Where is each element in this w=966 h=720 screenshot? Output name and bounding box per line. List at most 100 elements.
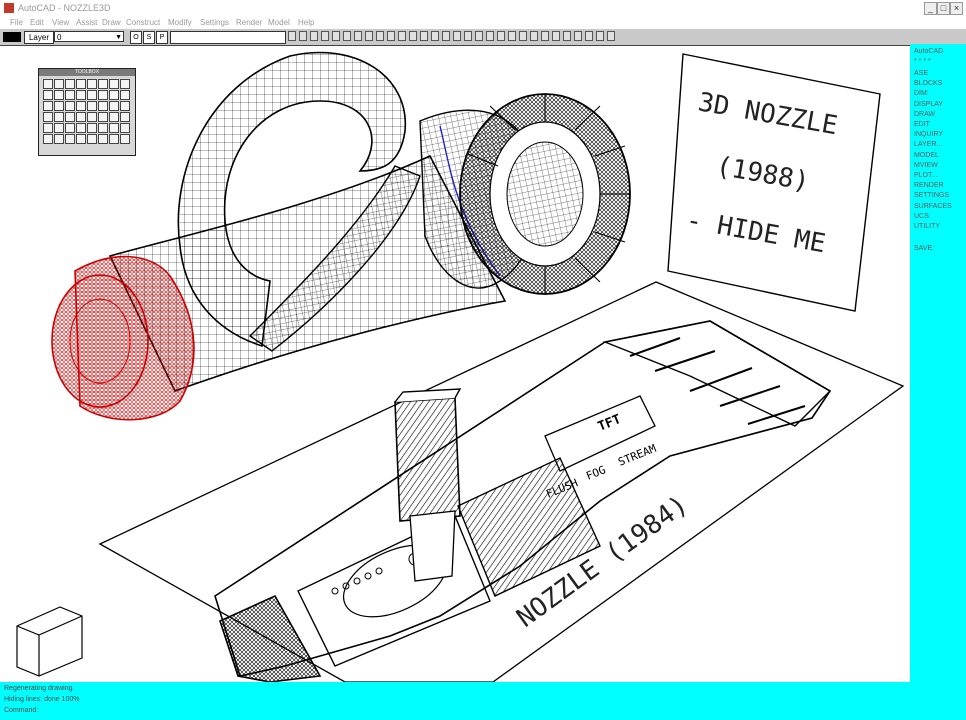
toolbar-icon-button[interactable] [365, 31, 373, 41]
toolbox-tool-button[interactable] [109, 134, 119, 144]
color-swatch[interactable] [3, 32, 21, 42]
toolbox-tool-button[interactable] [76, 90, 86, 100]
menu-settings[interactable]: Settings [200, 18, 229, 27]
toolbox-tool-button[interactable] [98, 90, 108, 100]
screen-menu-item[interactable]: DISPLAY [914, 101, 943, 108]
ortho-button[interactable]: O [130, 31, 142, 44]
toolbar-icon-button[interactable] [464, 31, 472, 41]
toolbox-tool-button[interactable] [109, 112, 119, 122]
menu-modify[interactable]: Modify [168, 18, 192, 27]
screen-menu-header[interactable]: AutoCAD [914, 48, 943, 55]
toolbox-tool-button[interactable] [109, 79, 119, 89]
toolbox-tool-button[interactable] [43, 134, 53, 144]
toolbox-tool-button[interactable] [120, 134, 130, 144]
toolbox-tool-button[interactable] [120, 101, 130, 111]
screen-menu-item[interactable]: INQUIRY [914, 131, 943, 138]
screen-menu-item[interactable]: EDIT [914, 121, 930, 128]
close-button[interactable]: × [950, 2, 963, 15]
toolbox-tool-button[interactable] [87, 112, 97, 122]
layer-dropdown[interactable]: 0 ▼ [54, 31, 124, 42]
screen-menu-item[interactable]: MVIEW [914, 162, 938, 169]
toolbar-icon-button[interactable] [453, 31, 461, 41]
screen-menu-item[interactable]: BLOCKS [914, 80, 942, 87]
toolbox-tool-button[interactable] [76, 112, 86, 122]
toolbox-tool-button[interactable] [98, 123, 108, 133]
toolbar-icon-button[interactable] [409, 31, 417, 41]
toolbar-icon-button[interactable] [574, 31, 582, 41]
toolbar-icon-button[interactable] [585, 31, 593, 41]
screen-menu-item[interactable]: UTILITY [914, 223, 940, 230]
menu-draw[interactable]: Draw [102, 18, 121, 27]
toolbox-palette[interactable]: TOOLBOX [38, 68, 136, 156]
toolbar-icon-button[interactable] [442, 31, 450, 41]
toolbox-tool-button[interactable] [98, 112, 108, 122]
toolbar-icon-button[interactable] [530, 31, 538, 41]
toolbox-tool-button[interactable] [76, 134, 86, 144]
screen-menu-save[interactable]: SAVE: [914, 245, 934, 252]
toolbar-icon-button[interactable] [563, 31, 571, 41]
screen-menu-item[interactable]: PLOT... [914, 172, 937, 179]
menu-model[interactable]: Model [268, 18, 290, 27]
toolbar-icon-button[interactable] [508, 31, 516, 41]
toolbar-icon-button[interactable] [552, 31, 560, 41]
toolbox-tool-button[interactable] [65, 112, 75, 122]
toolbox-tool-button[interactable] [87, 90, 97, 100]
toolbar-icon-button[interactable] [343, 31, 351, 41]
toolbox-tool-button[interactable] [109, 123, 119, 133]
toolbox-tool-button[interactable] [98, 101, 108, 111]
paper-button[interactable]: P [156, 31, 168, 44]
screen-menu-item[interactable]: DRAW [914, 111, 935, 118]
toolbox-tool-button[interactable] [54, 101, 64, 111]
toolbar-icon-button[interactable] [299, 31, 307, 41]
menu-render[interactable]: Render [236, 18, 262, 27]
screen-menu-item[interactable]: SETTINGS [914, 192, 949, 199]
screen-menu-item[interactable]: DIM: [914, 90, 929, 97]
toolbar-icon-button[interactable] [321, 31, 329, 41]
toolbox-tool-button[interactable] [120, 123, 130, 133]
layer-button[interactable]: Layer [24, 31, 54, 44]
toolbox-tool-button[interactable] [65, 90, 75, 100]
screen-menu-item[interactable]: ASE [914, 70, 928, 77]
screen-menu-item[interactable]: RENDER [914, 182, 944, 189]
toolbar-icon-button[interactable] [398, 31, 406, 41]
toolbar-icon-button[interactable] [288, 31, 296, 41]
menu-help[interactable]: Help [298, 18, 314, 27]
toolbox-tool-button[interactable] [76, 101, 86, 111]
toolbox-tool-button[interactable] [120, 79, 130, 89]
toolbar-icon-button[interactable] [497, 31, 505, 41]
toolbox-tool-button[interactable] [65, 79, 75, 89]
command-area[interactable]: Regenerating drawing. Hiding lines: done… [0, 682, 966, 720]
screen-menu-item[interactable]: UCS: [914, 213, 931, 220]
snap-button[interactable]: S [143, 31, 155, 44]
toolbox-tool-button[interactable] [109, 90, 119, 100]
toolbar-icon-button[interactable] [541, 31, 549, 41]
toolbar-icon-button[interactable] [420, 31, 428, 41]
toolbox-tool-button[interactable] [87, 79, 97, 89]
screen-menu-item[interactable]: LAYER... [914, 141, 942, 148]
toolbox-tool-button[interactable] [43, 101, 53, 111]
toolbar-icon-button[interactable] [607, 31, 615, 41]
toolbar-icon-button[interactable] [310, 31, 318, 41]
toolbar-icon-button[interactable] [376, 31, 384, 41]
toolbox-tool-button[interactable] [120, 112, 130, 122]
toolbox-tool-button[interactable] [54, 123, 64, 133]
toolbox-tool-button[interactable] [120, 90, 130, 100]
toolbox-tool-button[interactable] [54, 90, 64, 100]
toolbox-tool-button[interactable] [87, 134, 97, 144]
toolbar-icon-button[interactable] [486, 31, 494, 41]
toolbox-tool-button[interactable] [65, 101, 75, 111]
view-cube-icon[interactable] [16, 606, 83, 677]
toolbox-tool-button[interactable] [98, 79, 108, 89]
toolbar-icon-button[interactable] [387, 31, 395, 41]
toolbox-tool-button[interactable] [43, 123, 53, 133]
maximize-button[interactable]: □ [937, 2, 950, 15]
minimize-button[interactable]: _ [924, 2, 937, 15]
toolbox-tool-button[interactable] [43, 112, 53, 122]
toolbox-tool-button[interactable] [87, 101, 97, 111]
menu-construct[interactable]: Construct [126, 18, 160, 27]
menu-file[interactable]: File [10, 18, 23, 27]
toolbox-tool-button[interactable] [65, 123, 75, 133]
drawing-area[interactable]: 3D NOZZLE (1988) - HIDE ME FLUSH FOG STR… [0, 46, 910, 683]
toolbar-icon-button[interactable] [354, 31, 362, 41]
toolbar-icon-button[interactable] [332, 31, 340, 41]
